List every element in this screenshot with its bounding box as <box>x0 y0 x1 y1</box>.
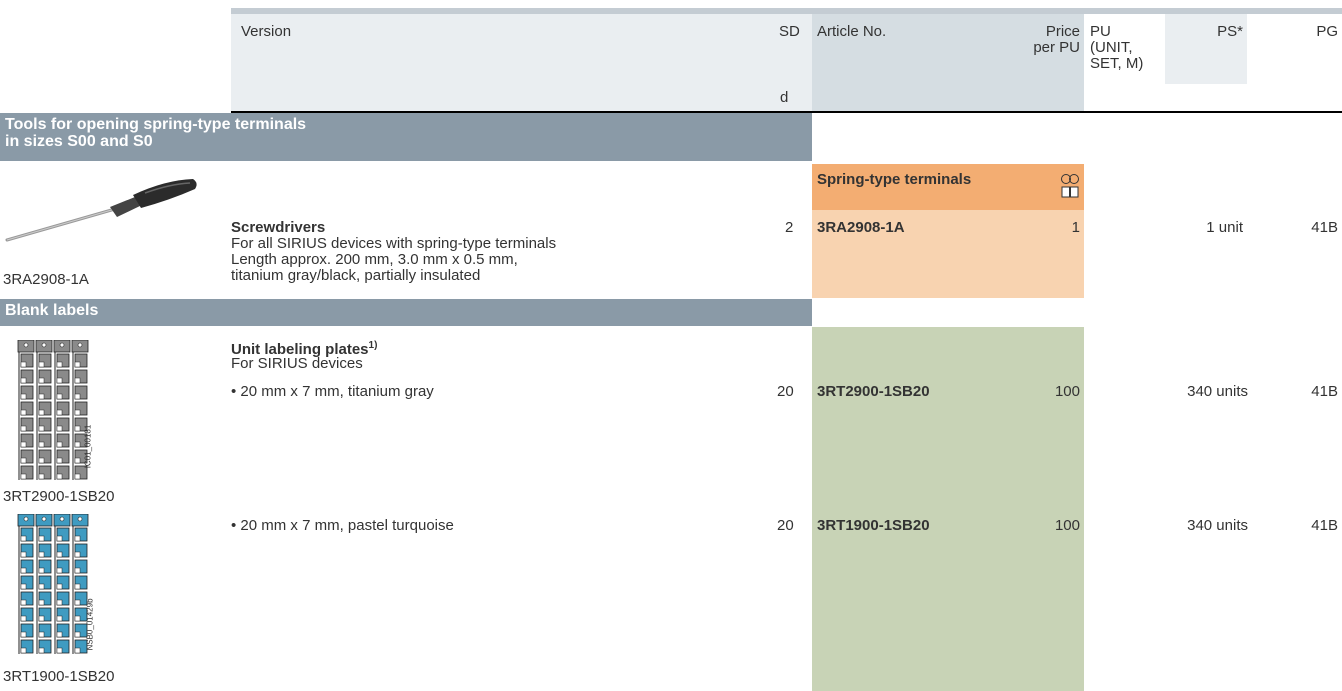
spring-terminal-icon <box>1061 174 1079 198</box>
label-row-2-ps: 340 units <box>1187 517 1248 534</box>
label-row-1-pg: 41B <box>1311 383 1338 400</box>
screwdriver-desc3: titanium gray/black, partially insulated <box>231 267 481 284</box>
section-header-tools: Tools for opening spring-type terminals … <box>0 113 812 161</box>
screwdriver-desc2: Length approx. 200 mm, 3.0 mm x 0.5 mm, <box>231 251 518 268</box>
header-ps: PS* <box>1217 23 1243 40</box>
screwdriver-desc1: For all SIRIUS devices with spring-type … <box>231 235 557 252</box>
label-plate-caption-1: 3RT2900-1SB20 <box>3 488 115 505</box>
labels-title-sup: 1) <box>368 340 378 351</box>
header-pu-2: (UNIT, <box>1090 39 1133 56</box>
screwdriver-pu: 1 <box>1071 219 1080 236</box>
label-row-2-sd: 20 <box>777 517 794 534</box>
header-article-no: Article No. <box>817 23 887 40</box>
label-row-1-text: • 20 mm x 7 mm, titanium gray <box>231 383 434 400</box>
screwdriver-article: 3RA2908-1A <box>817 219 905 236</box>
labels-article-bg <box>812 327 1084 691</box>
label-row-1-article: 3RT2900-1SB20 <box>817 383 930 400</box>
label-row-2-text: • 20 mm x 7 mm, pastel turquoise <box>231 517 454 534</box>
header-price-2: per PU <box>1033 39 1080 56</box>
label-plate-caption-2: 3RT1900-1SB20 <box>3 668 115 685</box>
screwdriver-pg: 41B <box>1311 219 1338 236</box>
section-header-blank-labels: Blank labels <box>0 299 812 326</box>
screwdriver-caption: 3RA2908-1A <box>3 271 89 288</box>
spring-terminals-label: Spring-type terminals <box>817 171 972 188</box>
header-version: Version <box>241 23 292 40</box>
label-row-1-ps: 340 units <box>1187 383 1248 400</box>
label-plate-code-2: NSB0_01429b <box>85 598 102 658</box>
screwdriver-title: Screwdrivers <box>231 219 326 236</box>
header-price-1: Price <box>1045 23 1080 40</box>
header-pg: PG <box>1316 23 1338 40</box>
label-row-2-pg: 41B <box>1311 517 1338 534</box>
header-pu-1: PU <box>1090 23 1111 40</box>
header-bg-version <box>231 14 812 111</box>
label-row-1-pu: 100 <box>1054 383 1080 400</box>
label-row-1-sd: 20 <box>777 383 794 400</box>
label-row-2-article: 3RT1900-1SB20 <box>817 517 930 534</box>
label-plate-code-1-text: IC01_00181 <box>83 424 93 469</box>
section-title-line1: Tools for opening spring-type terminals <box>5 116 307 133</box>
screwdriver-sd: 2 <box>785 219 794 236</box>
screwdriver-ps: 1 unit <box>1206 219 1243 236</box>
header-sd: SD <box>779 23 800 40</box>
section-title-blank: Blank labels <box>5 302 99 319</box>
labels-desc: For SIRIUS devices <box>231 355 363 372</box>
label-plate-code-2-text: NSB0_01429b <box>85 598 95 651</box>
header-pu-3: SET, M) <box>1090 55 1144 72</box>
header-sd-unit: d <box>780 89 789 106</box>
screwdriver-image <box>5 179 197 242</box>
label-row-2-pu: 100 <box>1054 517 1080 534</box>
section-title-line2: in sizes S00 and S0 <box>5 133 153 150</box>
label-plate-code-1: IC01_00181 <box>83 420 102 480</box>
